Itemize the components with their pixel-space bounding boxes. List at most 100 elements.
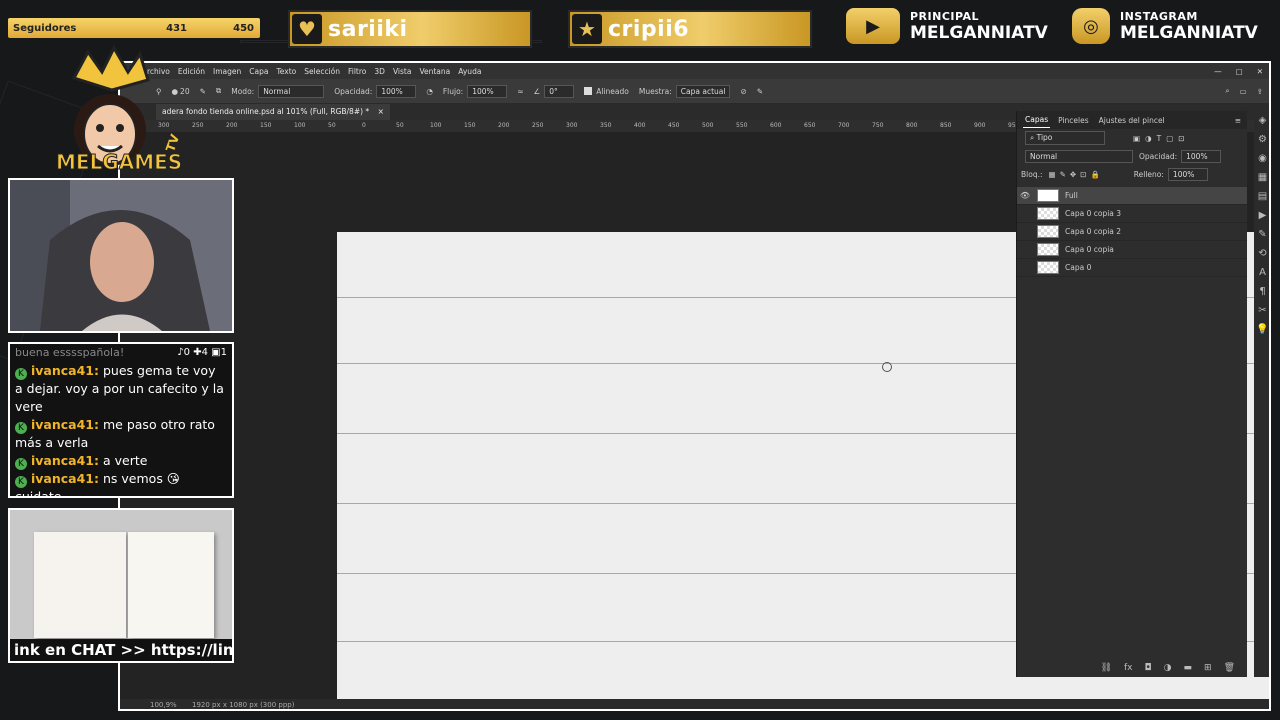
menu-item[interactable]: 3D <box>374 67 385 76</box>
tab-capas[interactable]: Capas <box>1023 112 1051 128</box>
sample-dropdown[interactable]: Capa actual <box>675 84 731 98</box>
followers-bar: Seguidores 431 450 <box>8 18 260 38</box>
clone-source-icon[interactable]: ⧉ <box>216 86 221 96</box>
play-icon[interactable]: ▶ <box>1254 206 1269 225</box>
layer-row[interactable]: Capa 0 copia 3 <box>1017 205 1247 223</box>
layer-row[interactable]: Capa 0 <box>1017 259 1247 277</box>
visibility-eye-icon[interactable]: 👁 <box>1017 191 1033 200</box>
grid-icon[interactable]: ▤ <box>1254 187 1269 206</box>
menu-item[interactable]: Ventana <box>419 67 450 76</box>
ruler-tick-label: 550 <box>736 122 748 129</box>
kick-icon: K <box>15 422 27 434</box>
brush-panel-icon[interactable]: ✎ <box>200 87 206 96</box>
panel-menu-icon[interactable]: ≡ <box>1235 116 1241 125</box>
link-icon[interactable]: ⛓ <box>1101 663 1112 673</box>
ruler-tick-label: 700 <box>838 122 850 129</box>
layers-icon[interactable]: ◈ <box>1254 111 1269 130</box>
chat-message: Kivanca41: pues gema te voy a dejar. voy… <box>10 362 232 416</box>
menu-item[interactable]: Texto <box>276 67 296 76</box>
pressure-opacity-icon[interactable]: ◔ <box>426 87 433 96</box>
opacity-dropdown[interactable]: 100% <box>376 84 417 98</box>
followers-label: Seguidores <box>13 22 77 34</box>
tools-icon[interactable]: ✂ <box>1254 301 1269 320</box>
ruler-tick-label: 0 <box>362 122 366 129</box>
menu-item[interactable]: Capa <box>249 67 268 76</box>
layer-name: Capa 0 copia 3 <box>1065 209 1122 218</box>
workspace-icon[interactable]: ▭ <box>1240 87 1247 96</box>
chat-message: Kivanca41: ns vemos 😘 cuidate <box>10 470 232 496</box>
window-maximize-icon[interactable]: ▢ <box>1236 67 1243 76</box>
chat-username: ivanca41: <box>31 471 100 486</box>
layer-opacity-label: Opacidad: <box>1139 151 1178 161</box>
chat-username: ivanca41: <box>31 417 100 432</box>
zoom-level[interactable]: 100,9% <box>150 701 177 709</box>
adjustment-icon[interactable]: ◑ <box>1164 663 1172 673</box>
right-toolbar: ◈ ⚙ ◉ ▦ ▤ ▶ ✎ ⟲ A ¶ ✂ 💡 <box>1254 111 1269 677</box>
tab-ajustes-pincel[interactable]: Ajustes del pincel <box>1097 113 1167 128</box>
flow-label: Flujo: <box>442 86 464 96</box>
supporter-name: sariiki <box>328 16 408 42</box>
close-tab-icon[interactable]: × <box>378 107 384 116</box>
ruler-tick-label: 800 <box>906 122 918 129</box>
layer-row[interactable]: Capa 0 copia 2 <box>1017 223 1247 241</box>
fx-icon[interactable]: fx <box>1124 663 1133 673</box>
ruler-tick-label: 50 <box>396 122 404 129</box>
layer-filter-dropdown[interactable]: ⌕ Tipo <box>1025 131 1105 145</box>
photoshop-window: Ps Archivo Edición Imagen Capa Texto Sel… <box>118 61 1271 711</box>
menu-item[interactable]: Ayuda <box>458 67 481 76</box>
layer-name: Capa 0 copia <box>1065 245 1114 254</box>
aligned-checkbox[interactable] <box>584 87 593 95</box>
ad-panel: ink en CHAT >> https://link <box>8 508 234 663</box>
followers-goal: 450 <box>233 22 254 34</box>
layer-name: Capa 0 copia 2 <box>1065 227 1122 236</box>
layer-thumbnail <box>1037 243 1059 256</box>
swatches-icon[interactable]: ▦ <box>1254 168 1269 187</box>
new-layer-icon[interactable]: ⊞ <box>1204 663 1212 673</box>
lock-icons[interactable]: ▦✎✥⊡🔒 <box>1049 170 1104 179</box>
menu-item[interactable]: Imagen <box>213 67 241 76</box>
pressure-size-icon[interactable]: ✎ <box>757 87 763 96</box>
angle-input[interactable]: 0° <box>544 84 575 98</box>
color-icon[interactable]: ◉ <box>1254 149 1269 168</box>
window-minimize-icon[interactable]: — <box>1214 67 1222 76</box>
share-icon[interactable]: ⇪ <box>1257 87 1263 96</box>
bulb-icon[interactable]: 💡 <box>1254 320 1269 339</box>
menu-item[interactable]: Vista <box>393 67 412 76</box>
filter-icons[interactable]: ▣◑T▢⊡ <box>1133 134 1190 143</box>
opacity-label: Opacidad: <box>334 86 373 96</box>
airbrush-icon[interactable]: ≈ <box>517 87 523 96</box>
options-bar: ⚲ ● 20 ✎ ⧉ Modo: Normal Opacidad: 100% ◔ F… <box>120 79 1269 104</box>
trash-icon[interactable]: 🗑 <box>1224 663 1235 673</box>
adjust-icon[interactable]: ⚙ <box>1254 130 1269 149</box>
mask-icon[interactable]: ◘ <box>1145 663 1152 673</box>
text-icon[interactable]: A <box>1254 263 1269 282</box>
history-icon[interactable]: ⟲ <box>1254 244 1269 263</box>
layer-name: Capa 0 <box>1065 263 1092 272</box>
search-icon[interactable]: ⌕ <box>1225 86 1229 96</box>
brush-icon[interactable]: ✎ <box>1254 225 1269 244</box>
mode-dropdown[interactable]: Normal <box>258 84 325 98</box>
layer-opacity-dropdown[interactable]: 100% <box>1181 149 1222 163</box>
paragraph-icon[interactable]: ¶ <box>1254 282 1269 301</box>
chat-message: Kivanca41: a verte <box>10 452 232 470</box>
layer-thumbnail <box>1037 261 1059 274</box>
chat-messages: Kivanca41: pues gema te voy a dejar. voy… <box>10 362 232 496</box>
lock-label: Bloq.: <box>1021 169 1043 179</box>
layer-row[interactable]: 👁 Full <box>1017 187 1247 205</box>
flow-dropdown[interactable]: 100% <box>467 84 508 98</box>
star-icon: ★ <box>572 14 602 44</box>
layer-row[interactable]: Capa 0 copia <box>1017 241 1247 259</box>
layer-name: Full <box>1065 191 1078 200</box>
ruler-tick-label: 500 <box>702 122 714 129</box>
ignore-adjustment-icon[interactable]: ⊘ <box>740 87 746 96</box>
window-close-icon[interactable]: ✕ <box>1257 67 1263 76</box>
menu-item[interactable]: Filtro <box>348 67 366 76</box>
tab-pinceles[interactable]: Pinceles <box>1056 113 1091 128</box>
fill-dropdown[interactable]: 100% <box>1167 167 1208 181</box>
ruler-tick-label: 650 <box>804 122 816 129</box>
folder-icon[interactable]: ▬ <box>1184 663 1193 673</box>
kick-icon: K <box>15 476 27 488</box>
menu-item[interactable]: Selección <box>304 67 340 76</box>
blend-mode-dropdown[interactable]: Normal <box>1025 149 1133 163</box>
ruler-tick-label: 900 <box>974 122 986 129</box>
